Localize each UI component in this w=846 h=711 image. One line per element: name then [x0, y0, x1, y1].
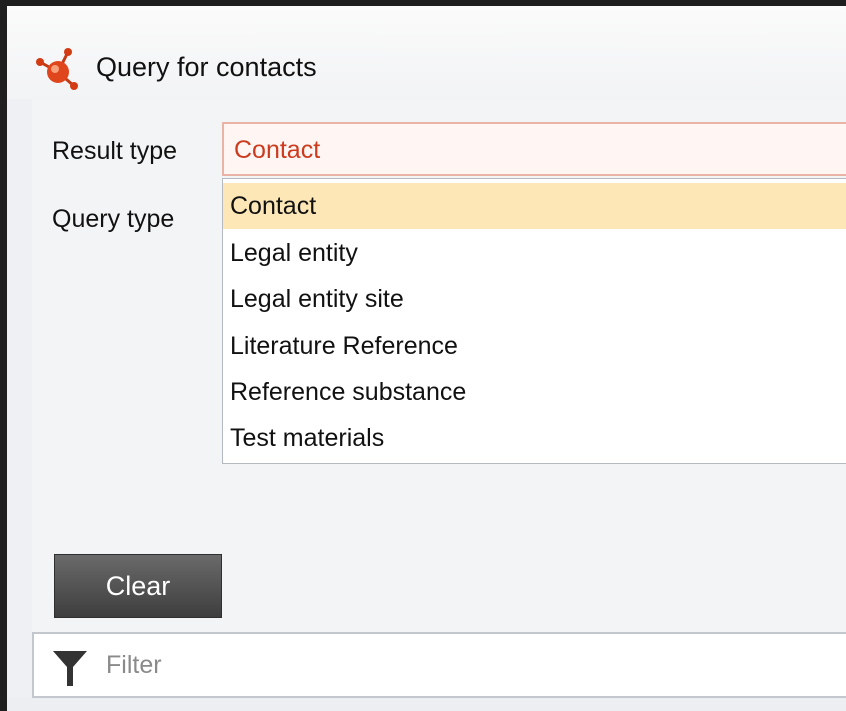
left-panel-strip	[7, 99, 32, 711]
dropdown-option-test-materials[interactable]: Test materials	[223, 415, 846, 461]
dropdown-option-reference-substance[interactable]: Reference substance	[223, 369, 846, 415]
result-type-label: Result type	[52, 137, 178, 165]
bottom-edge	[7, 698, 846, 711]
dropdown-option-legal-entity-site[interactable]: Legal entity site	[223, 276, 846, 322]
query-type-label: Query type	[52, 205, 175, 233]
clear-button[interactable]: Clear	[54, 554, 222, 618]
result-type-select[interactable]: Contact	[222, 122, 846, 176]
filter-input[interactable]: Filter	[32, 632, 846, 698]
dropdown-option-literature-reference[interactable]: Literature Reference	[223, 323, 846, 369]
funnel-icon	[53, 651, 87, 686]
result-type-value: Contact	[234, 136, 321, 164]
window-title: Query for contacts	[96, 52, 317, 82]
dropdown-option-legal-entity[interactable]: Legal entity	[223, 230, 846, 276]
result-type-dropdown-list: Contact Legal entity Legal entity site L…	[222, 178, 846, 464]
dropdown-option-contact[interactable]: Contact	[223, 183, 846, 229]
filter-placeholder: Filter	[106, 651, 162, 679]
molecule-icon	[36, 48, 78, 90]
